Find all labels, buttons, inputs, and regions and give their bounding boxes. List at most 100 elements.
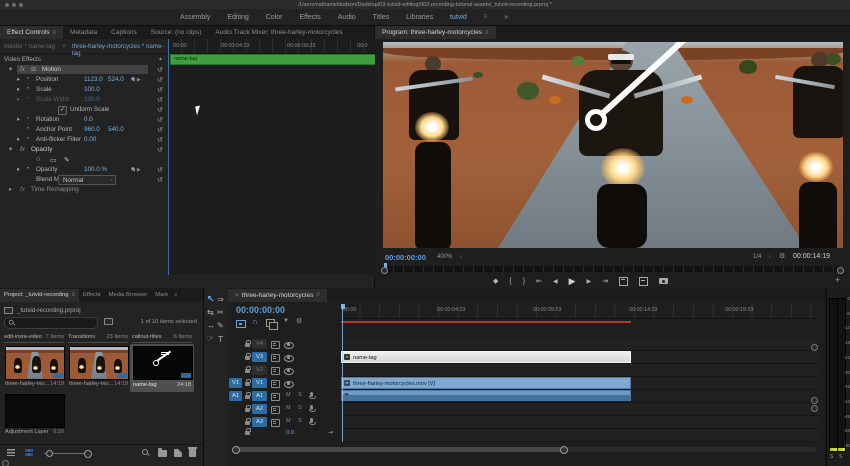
settings-wrench-icon[interactable]: ⚙ <box>779 252 785 260</box>
reset-icon[interactable]: ↺ <box>157 76 163 84</box>
mark-in-button[interactable]: { <box>509 278 511 285</box>
find-button[interactable] <box>142 449 150 457</box>
lock-icon[interactable] <box>245 408 250 412</box>
panel-menu-icon[interactable]: ≡ <box>316 292 320 298</box>
position-row[interactable]: ▸ ◔ Position 1123.0 524.0 ◀◆▶ ↺ <box>0 75 168 85</box>
panel-menu-icon[interactable]: ≡ <box>53 30 57 36</box>
program-video-frame[interactable] <box>383 42 843 248</box>
source-patch-a1[interactable]: A1 <box>229 391 242 401</box>
linked-selection-icon[interactable] <box>266 319 275 327</box>
lift-button[interactable] <box>619 277 628 286</box>
workspace-tab-color[interactable]: Color <box>266 14 283 21</box>
pen-tool[interactable]: ✎ <box>217 321 224 330</box>
mark-out-button[interactable]: } <box>523 278 525 285</box>
scroll-handle[interactable] <box>811 405 818 412</box>
tab-metadata[interactable]: Metadata <box>63 26 104 39</box>
track-output-eye-icon[interactable] <box>284 342 294 349</box>
track-output-eye-icon[interactable] <box>284 381 294 388</box>
type-tool[interactable]: T <box>218 334 223 344</box>
project-item[interactable]: three-harley-mo... 14:19 <box>68 346 128 390</box>
lock-icon[interactable] <box>245 431 250 435</box>
pen-mask-icon[interactable]: ✎ <box>64 156 70 164</box>
timeline-lanes[interactable]: 00:00 00:00:04:23 00:00:09:23 00:00:14:2… <box>341 304 818 444</box>
track-target-a1[interactable]: A1 <box>252 391 267 401</box>
selection-tool[interactable]: ↖ <box>207 294 215 305</box>
sync-lock-icon[interactable] <box>271 367 280 375</box>
rotation-value[interactable]: 0.0 <box>84 116 93 123</box>
sync-lock-icon[interactable] <box>271 393 280 401</box>
reset-icon[interactable]: ↺ <box>157 126 163 134</box>
workspace-tab-assembly[interactable]: Assembly <box>180 14 210 21</box>
solo-button[interactable]: S <box>298 405 302 411</box>
timeline-ruler[interactable]: 00:00 00:00:04:23 00:00:09:23 00:00:14:2… <box>341 304 818 319</box>
tab-sequence[interactable]: × three-harley-motorcycles ≡ <box>228 289 327 302</box>
scroll-handle[interactable] <box>2 460 9 466</box>
workspace-tab-audio[interactable]: Audio <box>338 14 356 21</box>
clear-button[interactable] <box>189 449 196 457</box>
track-target-v2[interactable]: V2 <box>252 365 267 375</box>
export-frame-button[interactable] <box>659 278 668 284</box>
motion-effect-row[interactable]: ▾ fx ⊞ Motion ↺ <box>0 65 168 75</box>
disclosure-icon[interactable]: ▸ <box>17 166 20 173</box>
timeline-settings-wrench-icon[interactable]: ⚙ <box>296 317 302 325</box>
tab-captions[interactable]: Captions <box>104 26 144 39</box>
reset-icon[interactable]: ↺ <box>157 116 163 124</box>
anti-flicker-value[interactable]: 0.00 <box>84 136 96 143</box>
scroll-handle[interactable] <box>811 397 818 404</box>
disclosure-icon[interactable]: ▸ <box>17 116 20 123</box>
reset-icon[interactable]: ↺ <box>157 166 163 174</box>
panel-menu-icon[interactable]: ≡ <box>71 292 75 298</box>
add-marker-button[interactable]: ◆ <box>493 277 498 285</box>
sync-lock-icon[interactable] <box>271 341 280 349</box>
disclosure-icon[interactable]: ▾ <box>9 66 12 73</box>
close-icon[interactable]: × <box>235 292 239 299</box>
scale-row[interactable]: ▸ ◔ Scale 100.0 ↺ <box>0 85 168 95</box>
go-to-out-button[interactable]: ⇥ <box>602 277 608 285</box>
project-item-selected[interactable]: name-tag 24:18 <box>130 344 194 392</box>
tab-effect-controls[interactable]: Effect Controls ≡ <box>0 26 63 39</box>
track-target-v4[interactable]: V4 <box>252 339 267 349</box>
uniform-scale-checkbox[interactable]: ✓ <box>58 106 67 115</box>
go-to-in-button[interactable]: ⇤ <box>536 277 542 285</box>
opacity-value[interactable]: 100.0 % <box>84 166 107 173</box>
blend-mode-select[interactable]: Normal ∨ <box>58 175 116 185</box>
ripple-edit-tool[interactable]: ⇆ <box>207 308 214 317</box>
disclosure-icon[interactable]: ▸ <box>9 186 12 193</box>
project-breadcrumb[interactable]: _tutvid-recording.prproj <box>4 305 81 315</box>
add-marker-icon[interactable]: ▼ <box>283 318 289 324</box>
anti-flicker-row[interactable]: ▸ ◔ Anti-flicker Filter 0.00 ↺ <box>0 135 168 145</box>
project-item[interactable]: Adjustment Layer 0:20 <box>4 394 64 438</box>
tab-mark[interactable]: Mark <box>151 289 172 302</box>
list-view-button[interactable] <box>7 449 15 456</box>
scroll-handle[interactable] <box>560 446 568 454</box>
solo-button[interactable]: S <box>298 418 302 424</box>
scrollbar-thumb[interactable] <box>234 447 564 452</box>
lock-icon[interactable] <box>245 421 250 425</box>
track-target-a3[interactable]: A3 <box>252 417 267 427</box>
program-timecode[interactable]: 00:00:00:00 <box>385 253 426 262</box>
hand-tool[interactable]: ☞ <box>207 334 214 343</box>
position-x-value[interactable]: 1123.0 <box>84 76 103 83</box>
tab-source[interactable]: Source: (no clips) <box>144 26 209 39</box>
bin-group-header[interactable]: callout-titles 6 Items <box>132 334 192 343</box>
voiceover-mic-icon[interactable] <box>310 392 313 397</box>
sync-lock-icon[interactable] <box>271 380 280 388</box>
voiceover-mic-icon[interactable] <box>310 405 313 410</box>
workspace-overflow-icon[interactable]: » <box>504 14 508 21</box>
workspace-tab-tutvid[interactable]: tutvid <box>450 14 467 21</box>
lock-icon[interactable] <box>245 343 250 347</box>
step-back-button[interactable]: ◀ <box>553 278 558 285</box>
clip-name-tag[interactable]: fx name-tag <box>341 351 631 363</box>
icon-view-button[interactable] <box>25 449 33 456</box>
uniform-scale-row[interactable]: ✓ Uniform Scale ↺ <box>0 105 168 115</box>
step-forward-button[interactable]: ▶ <box>587 278 592 285</box>
tab-project[interactable]: Project: _tutvid-recording ≡ <box>0 289 79 302</box>
track-target-a2[interactable]: A2 <box>252 404 267 414</box>
workspace-tab-libraries[interactable]: Libraries <box>406 14 433 21</box>
reset-icon[interactable]: ↺ <box>157 146 163 154</box>
solo-right-button[interactable]: S <box>839 454 842 460</box>
master-level-value[interactable]: 0.0 <box>286 430 294 436</box>
scrubber-handle[interactable] <box>837 267 844 274</box>
clip-audio[interactable] <box>341 390 631 401</box>
scale-width-row[interactable]: ▸ ◔ Scale Width 100.0 ↺ <box>0 95 168 105</box>
